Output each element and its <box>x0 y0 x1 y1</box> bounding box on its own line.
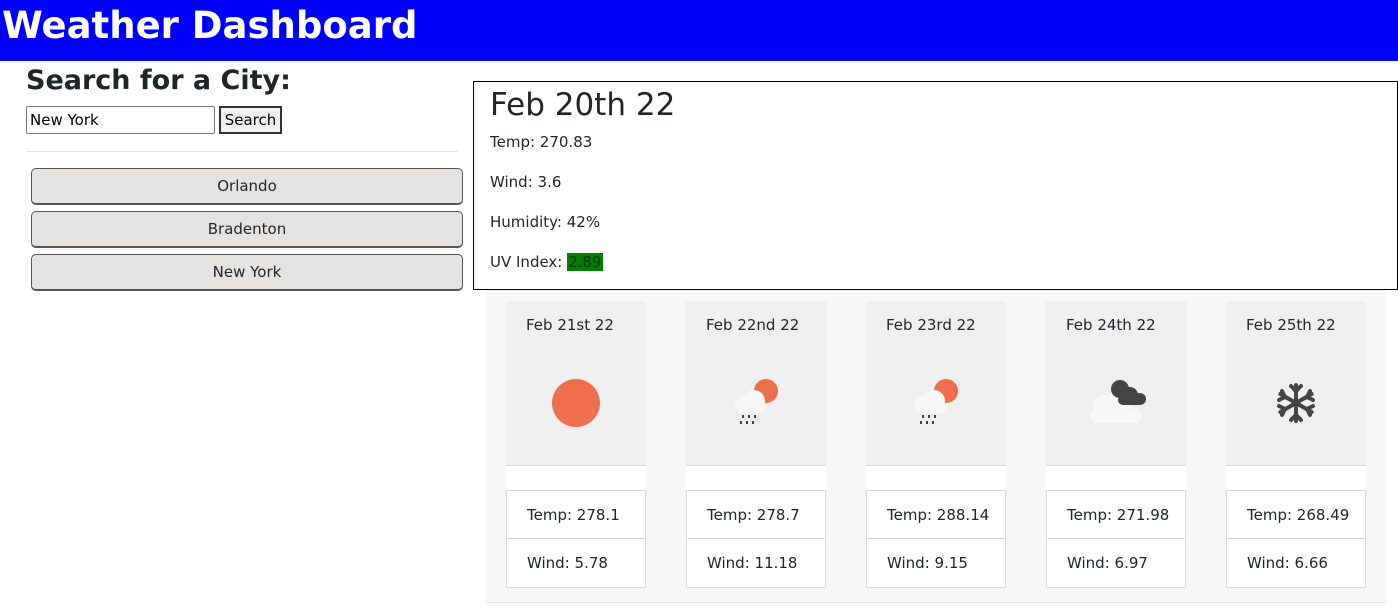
uv-value-badge: 2.89 <box>567 253 603 271</box>
uv-label: UV Index: <box>490 253 568 271</box>
forecast-wind: Wind: 5.78 <box>506 539 646 588</box>
forecast-wind: Wind: 9.15 <box>866 539 1006 588</box>
forecast-wind: Wind: 11.18 <box>686 539 826 588</box>
search-title: Search for a City: <box>26 65 291 96</box>
forecast-card-header: Feb 21st 22 <box>506 301 646 466</box>
forecast-date: Feb 21st 22 <box>526 316 614 334</box>
history-city-button[interactable]: New York <box>31 254 463 291</box>
forecast-card-header: Feb 24th 22 <box>1046 301 1186 466</box>
current-uv: UV Index: 2.89 <box>490 252 603 272</box>
forecast-temp: Temp: 268.49 <box>1226 490 1366 539</box>
forecast-card-header: Feb 23rd 22 <box>866 301 1006 466</box>
history-city-button[interactable]: Bradenton <box>31 211 463 248</box>
current-wind: Wind: 3.6 <box>490 173 562 191</box>
forecast-date: Feb 24th 22 <box>1066 316 1156 334</box>
app-title: Weather Dashboard <box>2 4 418 47</box>
sun-rain-icon <box>735 379 778 424</box>
forecast-card-header: Feb 25th 22 <box>1226 301 1366 466</box>
snowflake-icon <box>1277 383 1315 423</box>
sun-icon <box>552 379 600 427</box>
forecast-date: Feb 23rd 22 <box>886 316 976 334</box>
forecast-card: Feb 25th 22 Temp: 268.49 Wind: 6.66 <box>1226 301 1366 589</box>
forecast-wind: Wind: 6.66 <box>1226 539 1366 588</box>
clouds-icon <box>1090 380 1146 423</box>
page-header: Weather Dashboard <box>0 0 1398 61</box>
forecast-date: Feb 22nd 22 <box>706 316 800 334</box>
forecast-date: Feb 25th 22 <box>1246 316 1336 334</box>
current-humidity: Humidity: 42% <box>490 213 601 231</box>
sun-rain-icon <box>915 379 958 424</box>
forecast-temp: Temp: 278.1 <box>506 490 646 539</box>
current-temp: Temp: 270.83 <box>490 133 593 151</box>
forecast-wind: Wind: 6.97 <box>1046 539 1186 588</box>
forecast-temp: Temp: 288.14 <box>866 490 1006 539</box>
forecast-card: Feb 24th 22 Temp: 271.98 Wind: 6.97 <box>1046 301 1186 589</box>
divider <box>26 151 458 152</box>
search-button[interactable]: Search <box>219 106 282 134</box>
city-search-input[interactable] <box>26 106 215 134</box>
forecast-section: Feb 21st 22 Temp: 278.1 Wind: 5.78 Feb 2… <box>486 290 1386 603</box>
forecast-card: Feb 21st 22 Temp: 278.1 Wind: 5.78 <box>506 301 646 589</box>
forecast-temp: Temp: 278.7 <box>686 490 826 539</box>
forecast-card-header: Feb 22nd 22 <box>686 301 826 466</box>
history-city-button[interactable]: Orlando <box>31 168 463 205</box>
current-weather-panel: Feb 20th 22 Temp: 270.83 Wind: 3.6 Humid… <box>473 81 1398 290</box>
forecast-card: Feb 23rd 22 Temp: 288.14 Wind: 9.15 <box>866 301 1006 589</box>
forecast-card: Feb 22nd 22 Temp: 278.7 Wind: 11.18 <box>686 301 826 589</box>
current-date: Feb 20th 22 <box>490 87 676 123</box>
forecast-temp: Temp: 271.98 <box>1046 490 1186 539</box>
